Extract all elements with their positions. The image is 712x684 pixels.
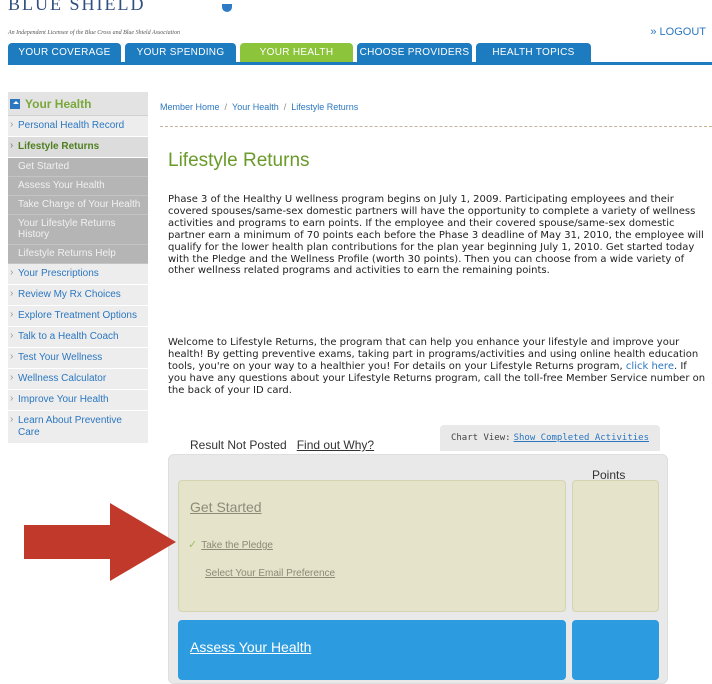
brand-logo: BLUE SHIELD (8, 0, 146, 14)
welcome-text-start: Welcome to Lifestyle Returns, the progra… (168, 337, 699, 372)
assess-your-health-link[interactable]: Assess Your Health (190, 639, 311, 655)
tab-your-spending[interactable]: YOUR SPENDING (125, 43, 236, 62)
sidebar-item-review-rx-choices[interactable]: Review My Rx Choices (8, 285, 148, 306)
breadcrumb: Member Home / Your Health / Lifestyle Return… (160, 102, 358, 112)
sidebar-item-personal-health-record[interactable]: Personal Health Record (8, 116, 148, 137)
chart-view-label: Chart View: (450, 433, 511, 443)
sidebar-item-lifestyle-returns[interactable]: Lifestyle Returns (8, 137, 148, 158)
sidebar-subitem-help[interactable]: Lifestyle Returns Help (8, 245, 148, 264)
sidebar-item-test-your-wellness[interactable]: Test Your Wellness (8, 348, 148, 369)
brand-mark-icon (222, 4, 232, 12)
welcome-paragraph: Welcome to Lifestyle Returns, the progra… (168, 337, 708, 397)
arrow-icon (24, 503, 176, 581)
result-status-line: Result Not Posted Find out Why? (190, 438, 374, 452)
licensee-text: An Independent Licensee of the Blue Cros… (8, 30, 180, 36)
tab-your-health[interactable]: YOUR HEALTH (240, 43, 353, 62)
sidebar-item-wellness-calculator[interactable]: Wellness Calculator (8, 369, 148, 390)
find-out-why-link[interactable]: Find out Why? (297, 438, 374, 452)
get-started-link[interactable]: Get Started (190, 499, 262, 515)
take-the-pledge-link[interactable]: Take the Pledge (201, 540, 273, 551)
sidebar-item-learn-preventive-care[interactable]: Learn About Preventive Care (8, 411, 148, 444)
show-completed-activities-link[interactable]: Show Completed Activities (514, 433, 649, 443)
collapse-icon[interactable] (10, 98, 20, 109)
sidebar-title: Your Health (25, 96, 92, 111)
page-title: Lifestyle Returns (168, 150, 310, 171)
sidebar-subitem-history[interactable]: Your Lifestyle Returns History (8, 215, 148, 245)
result-status-text: Result Not Posted (190, 438, 287, 452)
logout-link[interactable]: » LOGOUT (650, 26, 706, 38)
sidebar-header[interactable]: Your Health (8, 92, 148, 116)
breadcrumb-divider (160, 126, 712, 127)
select-email-preference-link[interactable]: Select Your Email Preference (205, 568, 335, 579)
sidebar-subitem-get-started[interactable]: Get Started (8, 158, 148, 177)
tab-health-topics[interactable]: HEALTH TOPICS (476, 43, 591, 62)
breadcrumb-separator: / (283, 102, 287, 112)
sidebar-subitem-take-charge[interactable]: Take Charge of Your Health (8, 196, 148, 215)
click-here-link[interactable]: click here (626, 361, 674, 372)
intro-paragraph: Phase 3 of the Healthy U wellness progra… (168, 194, 704, 277)
assess-points-cell (572, 620, 659, 680)
sidebar-item-explore-treatment-options[interactable]: Explore Treatment Options (8, 306, 148, 327)
sidebar-item-talk-to-health-coach[interactable]: Talk to a Health Coach (8, 327, 148, 348)
tab-choose-providers[interactable]: CHOOSE PROVIDERS (357, 43, 472, 62)
arrow-shape (24, 503, 176, 581)
take-the-pledge-item[interactable]: ✓ Take the Pledge (188, 538, 273, 551)
get-started-points-cell (572, 480, 659, 612)
breadcrumb-lifestyle-returns[interactable]: Lifestyle Returns (291, 102, 358, 112)
sidebar: Your Health Personal Health Record Lifes… (8, 92, 148, 444)
sidebar-item-your-prescriptions[interactable]: Your Prescriptions (8, 264, 148, 285)
breadcrumb-your-health[interactable]: Your Health (232, 102, 279, 112)
check-icon: ✓ (188, 539, 198, 551)
breadcrumb-member-home[interactable]: Member Home (160, 102, 220, 112)
sidebar-item-improve-your-health[interactable]: Improve Your Health (8, 390, 148, 411)
breadcrumb-separator: / (224, 102, 228, 112)
tab-underline-bar (8, 62, 712, 65)
tab-your-coverage[interactable]: YOUR COVERAGE (8, 43, 121, 62)
chart-view-tab: Chart View: Show Completed Activities (440, 425, 660, 451)
sidebar-subitem-assess-your-health[interactable]: Assess Your Health (8, 177, 148, 196)
main-nav-tabs: YOUR COVERAGE YOUR SPENDING YOUR HEALTH … (8, 43, 595, 62)
